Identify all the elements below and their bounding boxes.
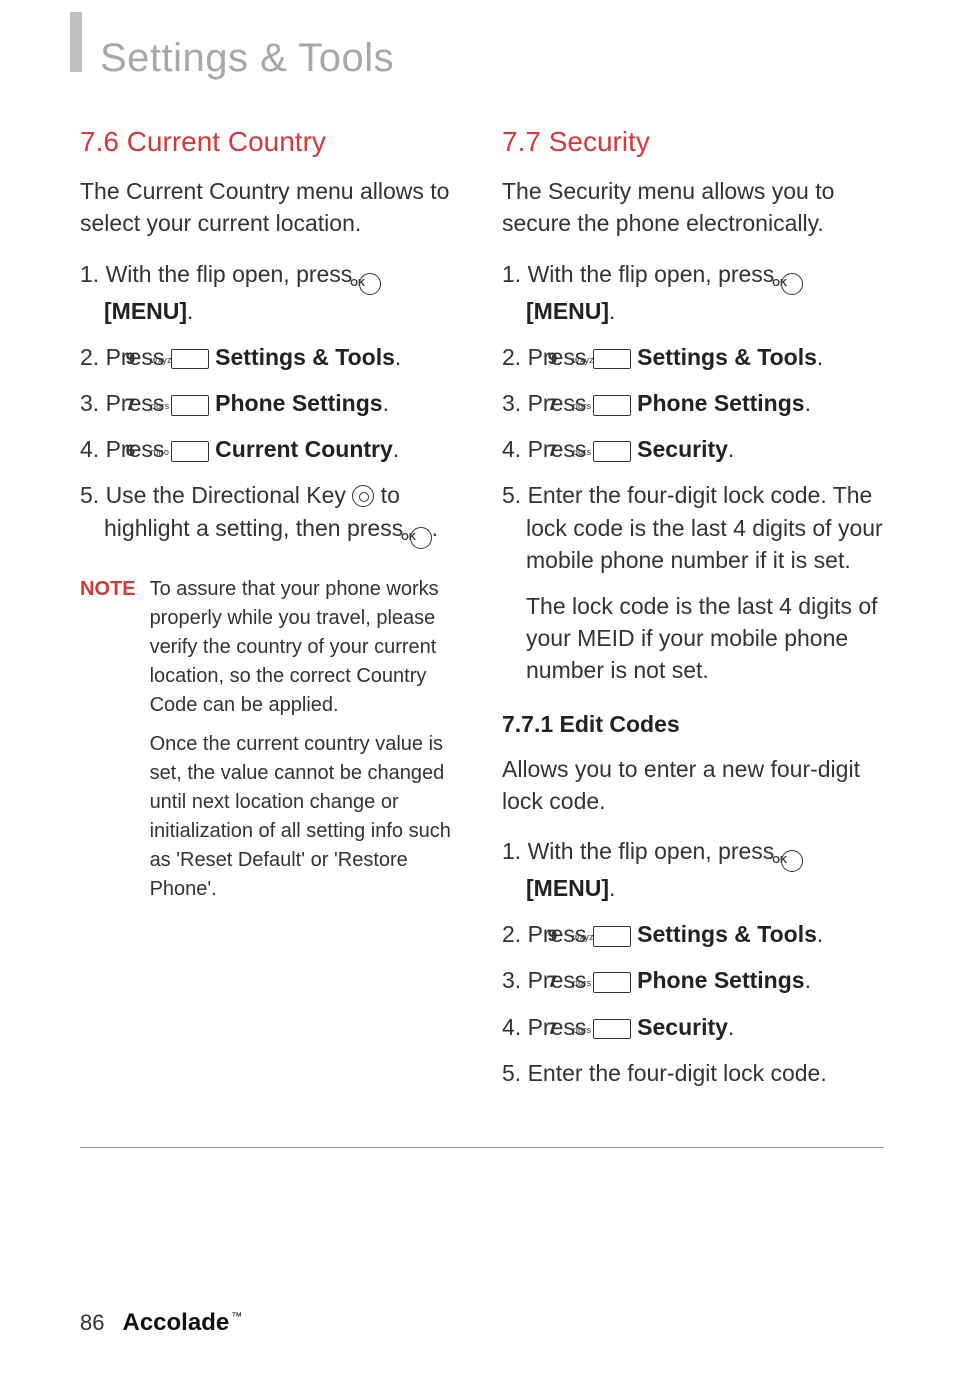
- intro-security: The Security menu allows you to secure t…: [502, 175, 884, 239]
- text: .: [817, 344, 823, 370]
- step-sec-3: 3. Press 7pqrs Phone Settings.: [502, 387, 884, 419]
- text: .: [817, 921, 823, 947]
- menu-label: [MENU]: [526, 298, 609, 324]
- text: .: [393, 436, 399, 462]
- key-7-icon: 7pqrs: [593, 441, 631, 462]
- footer-rule: [80, 1147, 884, 1148]
- directional-key-icon: [352, 485, 374, 507]
- content-columns: 7.6 Current Country The Current Country …: [80, 116, 884, 1103]
- label: Phone Settings: [637, 967, 804, 993]
- text: .: [728, 1014, 734, 1040]
- step-ec-4: 4. Press 7pqrs Security.: [502, 1011, 884, 1043]
- section-heading-security: 7.7 Security: [502, 122, 884, 161]
- column-left: 7.6 Current Country The Current Country …: [80, 116, 462, 1103]
- text: .: [609, 875, 615, 901]
- note-label: NOTE: [80, 575, 136, 914]
- label: Security: [637, 436, 728, 462]
- brand-logo: Accolade: [122, 1306, 240, 1340]
- ok-icon: OK: [410, 527, 432, 549]
- column-right: 7.7 Security The Security menu allows yo…: [502, 116, 884, 1103]
- step-sec-5: 5. Enter the four-digit lock code. The l…: [502, 479, 884, 576]
- label: Settings & Tools: [215, 344, 395, 370]
- label: Phone Settings: [215, 390, 382, 416]
- key-9-icon: 9wxyz: [171, 349, 209, 370]
- ok-icon: OK: [781, 273, 803, 295]
- step-cc-1: 1. With the flip open, press OK [MENU].: [80, 258, 462, 327]
- text: 1. With the flip open, press: [80, 261, 359, 287]
- text: 1. With the flip open, press: [502, 261, 781, 287]
- step-cc-3: 3. Press 7pqrs Phone Settings.: [80, 387, 462, 419]
- step-cc-5: 5. Use the Directional Key to highlight …: [80, 479, 462, 548]
- step-sec-1: 1. With the flip open, press OK [MENU].: [502, 258, 884, 327]
- text: .: [383, 390, 389, 416]
- label: Settings & Tools: [637, 921, 817, 947]
- page-number: 86: [80, 1308, 104, 1339]
- label: Settings & Tools: [637, 344, 817, 370]
- key-7-icon: 7pqrs: [593, 972, 631, 993]
- step-ec-2: 2. Press 9wxyz Settings & Tools.: [502, 918, 884, 950]
- label: Phone Settings: [637, 390, 804, 416]
- page-title: Settings & Tools: [80, 30, 884, 86]
- paragraph-meid: The lock code is the last 4 digits of yo…: [502, 590, 884, 687]
- subheading-edit-codes: 7.7.1 Edit Codes: [502, 708, 884, 740]
- key-7-icon: 7pqrs: [171, 395, 209, 416]
- text: .: [187, 298, 193, 324]
- note-body: To assure that your phone works properly…: [150, 575, 462, 914]
- note-text-2: Once the current country value is set, t…: [150, 730, 462, 904]
- step-ec-5: 5. Enter the four-digit lock code.: [502, 1057, 884, 1089]
- label: Security: [637, 1014, 728, 1040]
- menu-label: [MENU]: [104, 298, 187, 324]
- section-heading-current-country: 7.6 Current Country: [80, 122, 462, 161]
- key-6-icon: 6mno: [171, 441, 209, 462]
- text: .: [728, 436, 734, 462]
- note-text-1: To assure that your phone works properly…: [150, 575, 462, 720]
- label: Current Country: [215, 436, 393, 462]
- step-sec-2: 2. Press 9wxyz Settings & Tools.: [502, 341, 884, 373]
- text: .: [805, 967, 811, 993]
- text: .: [805, 390, 811, 416]
- text: 1. With the flip open, press: [502, 838, 781, 864]
- page-footer: 86 Accolade: [80, 1306, 240, 1340]
- intro-current-country: The Current Country menu allows to selec…: [80, 175, 462, 239]
- step-cc-2: 2. Press 9wxyz Settings & Tools.: [80, 341, 462, 373]
- key-9-icon: 9wxyz: [593, 926, 631, 947]
- step-ec-3: 3. Press 7pqrs Phone Settings.: [502, 964, 884, 996]
- text: .: [609, 298, 615, 324]
- ok-icon: OK: [359, 273, 381, 295]
- text: .: [432, 515, 438, 541]
- intro-edit-codes: Allows you to enter a new four-digit loc…: [502, 753, 884, 817]
- step-sec-4: 4. Press 7pqrs Security.: [502, 433, 884, 465]
- key-9-icon: 9wxyz: [593, 349, 631, 370]
- step-cc-4: 4. Press 6mno Current Country.: [80, 433, 462, 465]
- ok-icon: OK: [781, 850, 803, 872]
- note-block: NOTE To assure that your phone works pro…: [80, 575, 462, 914]
- key-7-icon: 7pqrs: [593, 395, 631, 416]
- step-ec-1: 1. With the flip open, press OK [MENU].: [502, 835, 884, 904]
- text: .: [395, 344, 401, 370]
- key-7-icon: 7pqrs: [593, 1019, 631, 1040]
- menu-label: [MENU]: [526, 875, 609, 901]
- text: 5. Use the Directional Key: [80, 482, 352, 508]
- title-accent-bar: [70, 12, 82, 72]
